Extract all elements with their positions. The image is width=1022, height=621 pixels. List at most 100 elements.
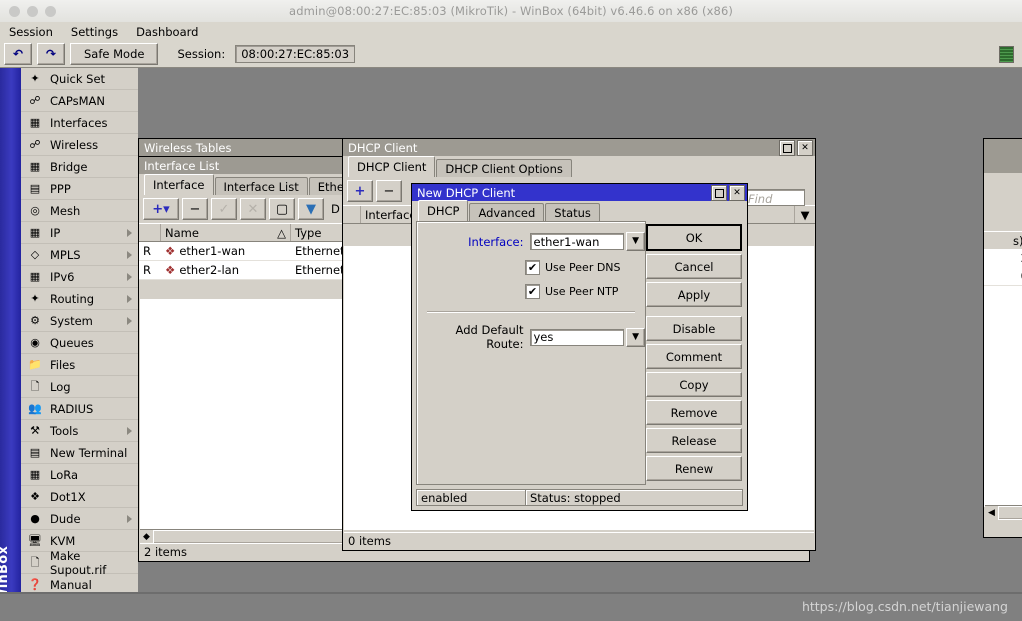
safe-mode-button[interactable]: Safe Mode [70, 43, 159, 65]
release-button[interactable]: Release [646, 428, 742, 453]
remove-icon[interactable]: − [376, 180, 402, 202]
tab-interface-list[interactable]: Interface List [214, 177, 308, 195]
menu-dashboard[interactable]: Dashboard [127, 24, 207, 40]
queues-icon: ◉ [30, 336, 40, 349]
disable-icon[interactable]: ✕ [240, 198, 266, 220]
interface-icon: ❖ [165, 244, 176, 258]
sidebar-item-dot1x[interactable]: ❖ Dot1X [21, 486, 138, 508]
search-input[interactable]: Find [743, 189, 805, 206]
stats-toolbar [984, 173, 1022, 201]
sidebar-item-routing[interactable]: ✦ Routing [21, 288, 138, 310]
window-buttons[interactable]: ✕ [779, 140, 813, 156]
enable-icon[interactable]: ✓ [211, 198, 237, 220]
file-out-icon: 🗋 [30, 556, 40, 569]
scroll-left-arrow[interactable]: ◀ [985, 507, 998, 520]
ok-button[interactable]: OK [646, 224, 742, 251]
sidebar-item-label: RADIUS [50, 401, 94, 416]
sidebar-item-make-supout[interactable]: 🗋 Make Supout.rif [21, 549, 138, 577]
sidebar-item-lora[interactable]: ▦ LoRa [21, 464, 138, 486]
sidebar-item-queues[interactable]: ◉ Queues [21, 332, 138, 354]
os-title-bar: admin@08:00:27:EC:85:03 (MikroTik) - Win… [0, 0, 1022, 23]
tab-dhcp-client[interactable]: DHCP Client [348, 156, 436, 177]
sidebar-item-bridge[interactable]: ▦ Bridge [21, 156, 138, 178]
comment-icon[interactable]: ▢ [269, 198, 295, 220]
sidebar-item-files[interactable]: 📁 Files [21, 354, 138, 376]
maximize-icon[interactable] [779, 140, 795, 156]
apply-button[interactable]: Apply [646, 282, 742, 307]
add-default-route-label: Add Default Route: [455, 323, 524, 351]
tab-dhcp[interactable]: DHCP [418, 200, 469, 221]
sidebar-item-radius[interactable]: 👥 RADIUS [21, 398, 138, 420]
antenna-icon: ☍ [29, 138, 41, 151]
renew-button[interactable]: Renew [646, 456, 742, 481]
sidebar-item-tools[interactable]: ⚒ Tools [21, 420, 138, 442]
sidebar-item-capsman[interactable]: ☍ CAPsMAN [21, 90, 138, 112]
new-dhcp-client-dialog[interactable]: New DHCP Client ✕ DHCP Advanced Status I… [411, 183, 748, 511]
sidebar-item-quick-set[interactable]: ✦ Quick Set [21, 68, 138, 90]
cancel-button[interactable]: Cancel [646, 254, 742, 279]
tab-status[interactable]: Status [545, 203, 600, 221]
table-row[interactable]: 2 3 [984, 249, 1022, 268]
use-peer-ntp-checkbox[interactable]: ✔ [525, 284, 540, 299]
column-header-flag[interactable] [139, 224, 161, 241]
interface-dropdown-arrow-icon[interactable]: ▼ [626, 232, 646, 251]
interface-stats-window[interactable]: ✕ ✕ Find s) Rx Packet (p/s) FP Tx ▼ 2 3 [983, 138, 1022, 538]
column-header-flag[interactable] [343, 206, 361, 223]
status-state: Status: stopped [525, 489, 743, 506]
close-icon[interactable]: ✕ [729, 185, 745, 201]
tab-advanced[interactable]: Advanced [469, 203, 545, 221]
dialog-title-bar[interactable]: New DHCP Client ✕ [412, 184, 747, 201]
disable-button[interactable]: Disable [646, 316, 742, 341]
undo-icon[interactable]: ↶ [4, 43, 32, 65]
filter-icon[interactable]: ▼ [298, 198, 324, 220]
maximize-icon[interactable] [711, 185, 727, 201]
sidebar-item-interfaces[interactable]: ▦ Interfaces [21, 112, 138, 134]
tab-dhcp-client-options[interactable]: DHCP Client Options [436, 159, 572, 177]
window-subtitle-bar[interactable]: ✕ [984, 156, 1022, 173]
dialog-window-buttons[interactable]: ✕ [711, 185, 745, 201]
horizontal-scrollbar[interactable]: ◀ ▶ [985, 505, 1022, 520]
copy-button[interactable]: Copy [646, 372, 742, 397]
column-header[interactable]: s) [984, 232, 1022, 249]
column-header-name[interactable]: Name △ [161, 224, 291, 241]
sidebar-item-label: Queues [50, 335, 94, 350]
sidebar-item-system[interactable]: ⚙ System [21, 310, 138, 332]
mpls-icon: ◇ [30, 248, 40, 261]
session-label: Session: [177, 47, 226, 61]
sidebar-item-log[interactable]: 🗋 Log [21, 376, 138, 398]
remove-button[interactable]: Remove [646, 400, 742, 425]
menu-settings[interactable]: Settings [62, 24, 127, 40]
interface-input[interactable]: ether1-wan [529, 233, 625, 250]
comment-button[interactable]: Comment [646, 344, 742, 369]
use-peer-dns-checkbox[interactable]: ✔ [525, 260, 540, 275]
menu-session[interactable]: Session [0, 24, 62, 40]
sidebar-item-mpls[interactable]: ◇ MPLS [21, 244, 138, 266]
window-title-bar[interactable]: ✕ [984, 139, 1022, 156]
scroll-thumb[interactable] [998, 506, 1022, 520]
add-default-route-input[interactable]: yes [529, 328, 625, 346]
sidebar-item-wireless[interactable]: ☍ Wireless [21, 134, 138, 156]
redo-icon[interactable]: ↷ [37, 43, 65, 65]
chevron-down-icon[interactable]: ▼ [795, 206, 815, 223]
add-icon[interactable]: + [347, 180, 373, 202]
tab-interface[interactable]: Interface [144, 174, 214, 195]
detail-mode-label[interactable]: D [327, 202, 340, 216]
sidebar-item-ppp[interactable]: ▤ PPP [21, 178, 138, 200]
sidebar-item-mesh[interactable]: ◎ Mesh [21, 200, 138, 222]
cell-name-text: ether2-lan [179, 263, 239, 277]
nic-card-icon: ▦ [29, 468, 41, 481]
sidebar-item-ip[interactable]: ▦ IP [21, 222, 138, 244]
sidebar-item-dude[interactable]: ● Dude [21, 508, 138, 530]
sidebar-item-label: PPP [50, 181, 71, 196]
cell-name: ❖ ether2-lan [161, 261, 291, 279]
sidebar-item-new-terminal[interactable]: ▤ New Terminal [21, 442, 138, 464]
sidebar-item-ipv6[interactable]: ▦ IPv6 [21, 266, 138, 288]
window-title-bar[interactable]: DHCP Client ✕ [343, 139, 815, 156]
add-icon[interactable]: +▾ [143, 198, 179, 220]
remove-icon[interactable]: − [182, 198, 208, 220]
add-default-route-dropdown-arrow-icon[interactable]: ▼ [626, 327, 646, 347]
scroll-left-arrow[interactable]: ◆ [140, 531, 153, 544]
table-row[interactable]: 0 0 [984, 267, 1022, 286]
chevron-right-icon [127, 294, 132, 303]
close-icon[interactable]: ✕ [797, 140, 813, 156]
